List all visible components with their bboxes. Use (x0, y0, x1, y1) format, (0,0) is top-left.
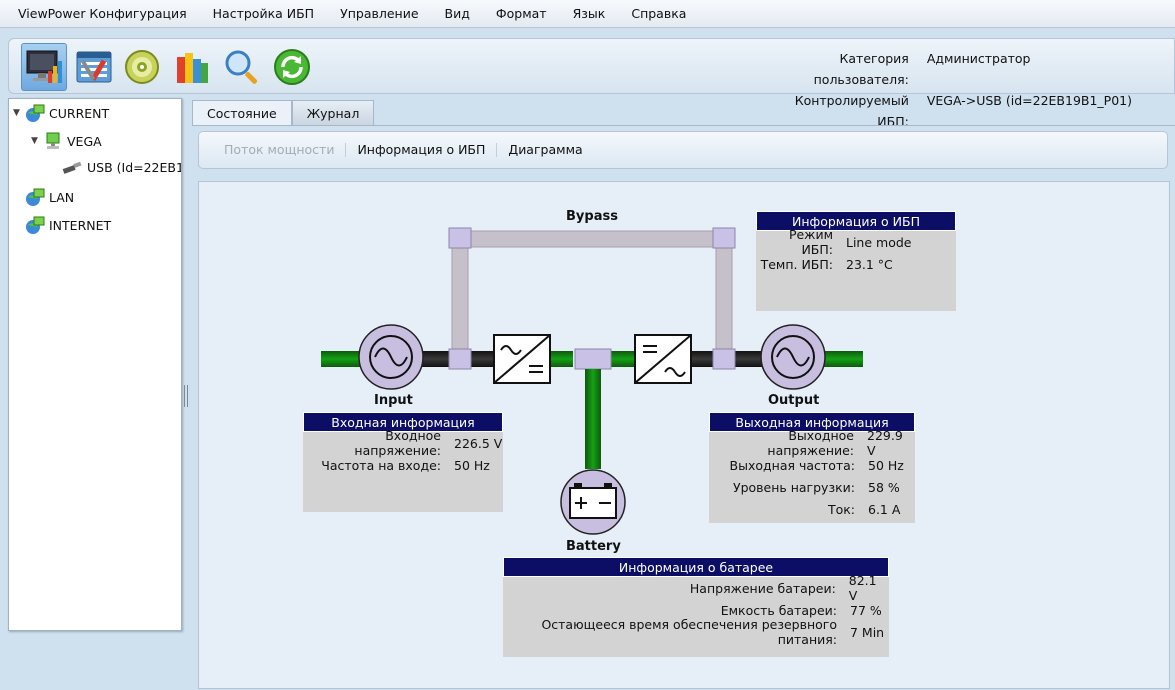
search-button[interactable] (219, 43, 265, 91)
ups-mode-label: Режим ИБП: (788, 227, 833, 257)
menu-view[interactable]: Вид (432, 6, 483, 21)
menu-help[interactable]: Справка (618, 6, 699, 21)
battery-runtime-label: Остающееся время обеспечения резервного … (541, 617, 837, 647)
inverter-icon (634, 334, 692, 384)
power-flow-panel: Bypass Input Output Battery Информация о… (198, 181, 1170, 689)
ups-temp-value: 23.1 °C (846, 256, 893, 272)
output-label: Output (768, 393, 820, 408)
input-frequency-value: 50 Hz (454, 457, 490, 473)
tree-label-usb: USB (Id=22EB19 (87, 159, 182, 175)
refresh-button[interactable] (269, 43, 315, 91)
usb-cable-icon (61, 159, 83, 175)
battery-voltage-value: 82.1 V (848, 573, 877, 603)
ups-temp-label: Темп. ИБП: (760, 256, 833, 272)
expand-arrow-icon[interactable]: ▼ (13, 108, 25, 118)
battery-capacity-label: Емкость батареи: (720, 602, 837, 618)
input-frequency-label: Частота на входе: (321, 457, 441, 473)
battery-runtime-value: 7 Min (850, 624, 885, 640)
sub-navigation: Поток мощности Информация о ИБП Диаграмм… (198, 131, 1168, 169)
output-voltage-label: Выходное напряжение: (767, 428, 855, 458)
bypass-label: Bypass (566, 209, 618, 224)
input-label: Input (374, 393, 413, 408)
user-info: Категория пользователя: Администратор Ко… (769, 48, 1132, 132)
monitor-chart-button[interactable] (21, 43, 67, 91)
expand-arrow-icon[interactable]: ▼ (31, 136, 43, 146)
tab-divider (192, 125, 1175, 126)
network-computer-icon (25, 187, 45, 207)
tab-log[interactable]: Журнал (291, 100, 375, 125)
settings-tools-icon (76, 51, 112, 83)
battery-label: Battery (566, 539, 621, 554)
toolbar: Категория пользователя: Администратор Ко… (8, 38, 1175, 129)
menu-ups-settings[interactable]: Настройка ИБП (200, 6, 327, 21)
menu-format[interactable]: Формат (483, 6, 560, 21)
load-level-label: Уровень нагрузки: (732, 479, 855, 495)
tab-status[interactable]: Состояние (192, 100, 292, 125)
battery-icon (560, 469, 626, 535)
user-category-label: Категория пользователя: (813, 51, 909, 87)
menu-control[interactable]: Управление (327, 6, 431, 21)
subnav-power-flow[interactable]: Поток мощности (213, 143, 347, 157)
tree-item-usb[interactable]: USB (Id=22EB19 (61, 159, 182, 175)
network-computer-icon (25, 215, 45, 235)
tree-item-internet[interactable]: INTERNET (25, 215, 111, 235)
network-computer-icon (25, 103, 45, 123)
output-frequency-label: Выходная частота: (729, 457, 855, 473)
computer-icon (43, 131, 63, 151)
tree-label-vega: VEGA (67, 133, 102, 149)
tree-label-current: CURRENT (49, 105, 110, 121)
output-ac-icon (760, 324, 826, 390)
settings-button[interactable] (71, 43, 117, 91)
rectifier-icon (493, 334, 551, 384)
tree-label-internet: INTERNET (49, 217, 112, 233)
tree-item-lan[interactable]: LAN (25, 187, 74, 207)
tree-item-current[interactable]: ▼ CURRENT (13, 103, 109, 123)
device-tree: ▼ CURRENT ▼ VEGA USB (Id=22EB19 LAN INTE… (8, 98, 182, 631)
battery-info-box: Информация о батарее Напряжение батареи:… (503, 557, 889, 657)
input-info-box: Входная информация Входное напряжение: 22… (303, 412, 503, 512)
ups-mode-value: Line mode (846, 234, 912, 250)
input-voltage-label: Входное напряжение: (354, 428, 441, 458)
tab-bar: Состояние Журнал (192, 100, 375, 126)
subnav-diagram[interactable]: Диаграмма (497, 143, 593, 157)
input-voltage-value: 226.5 V (454, 435, 503, 451)
cd-disc-button[interactable] (119, 43, 165, 91)
books-button[interactable] (169, 43, 215, 91)
output-voltage-value: 229.9 V (867, 428, 903, 458)
cd-disc-icon (125, 50, 159, 84)
menu-language[interactable]: Язык (560, 6, 619, 21)
subnav-ups-info[interactable]: Информация о ИБП (346, 143, 498, 157)
menu-viewpower-config[interactable]: ViewPower Конфигурация (0, 6, 200, 21)
output-info-box: Выходная информация Выходное напряжение:… (709, 412, 915, 523)
user-category-value: Администратор (926, 51, 1031, 66)
battery-info-title: Информация о батарее (503, 557, 889, 577)
bypass-line (448, 227, 736, 362)
output-current-value: 6.1 A (868, 501, 901, 517)
battery-capacity-value: 77 % (850, 602, 882, 618)
battery-voltage-label: Напряжение батареи: (689, 580, 836, 596)
monitor-chart-icon (26, 50, 62, 83)
output-frequency-value: 50 Hz (868, 457, 904, 473)
load-level-value: 58 % (868, 479, 900, 495)
menu-bar: ViewPower Конфигурация Настройка ИБП Упр… (0, 0, 1175, 28)
ups-info-box: Информация о ИБП Режим ИБП: Line mode Тем… (756, 211, 956, 311)
input-ac-source-icon (358, 324, 424, 390)
tree-item-vega[interactable]: ▼ VEGA (31, 131, 102, 151)
output-current-label: Ток: (827, 501, 855, 517)
refresh-icon (274, 49, 310, 85)
magnifier-icon (225, 50, 258, 84)
panel-splitter[interactable] (184, 385, 188, 407)
tree-label-lan: LAN (49, 189, 75, 205)
books-icon (177, 53, 208, 83)
